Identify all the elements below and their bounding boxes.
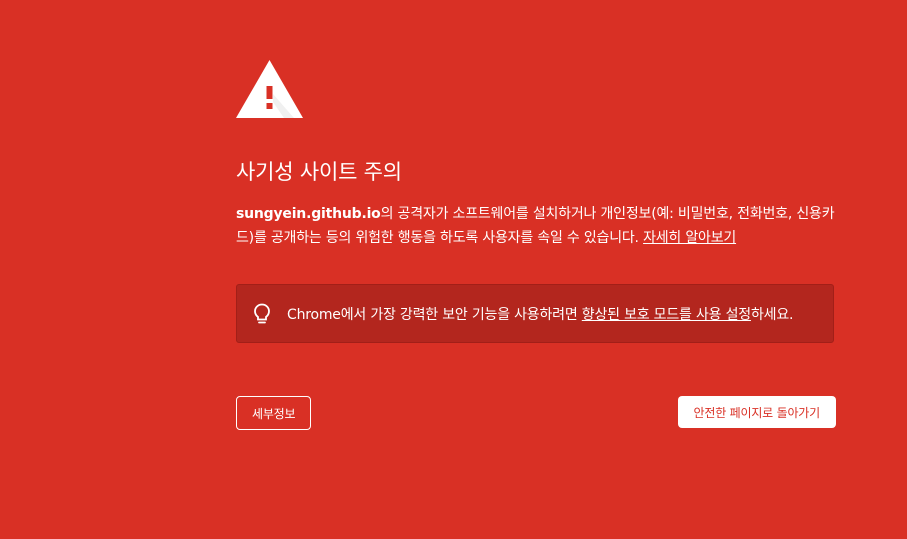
warning-triangle-icon: [236, 60, 303, 118]
interstitial-content: 사기성 사이트 주의 sungyein.github.io의 공격자가 소프트웨…: [236, 60, 836, 430]
back-to-safety-button[interactable]: 안전한 페이지로 돌아가기: [677, 396, 836, 428]
enhanced-protection-notice: Chrome에서 가장 강력한 보안 기능을 사용하려면 향상된 보호 모드를 …: [236, 284, 834, 343]
interstitial-page: { "icon": "warning-triangle-icon", "head…: [0, 0, 907, 539]
lightbulb-icon: [254, 303, 270, 323]
notice-suffix: 하세요.: [750, 306, 794, 323]
notice-prefix: Chrome에서 가장 강력한 보안 기능을 사용하려면: [287, 306, 582, 323]
page-title: 사기성 사이트 주의: [236, 160, 402, 184]
site-domain: sungyein.github.io: [236, 206, 381, 222]
learn-more-link[interactable]: 자세히 알아보기: [643, 230, 736, 246]
details-button[interactable]: 세부정보: [236, 396, 312, 430]
notice-text: Chrome에서 가장 강력한 보안 기능을 사용하려면 향상된 보호 모드를 …: [287, 304, 793, 324]
enable-enhanced-protection-link[interactable]: 향상된 보호 모드를 사용 설정: [582, 307, 751, 323]
warning-description: sungyein.github.io의 공격자가 소프트웨어를 설치하거나 개인…: [236, 202, 836, 250]
